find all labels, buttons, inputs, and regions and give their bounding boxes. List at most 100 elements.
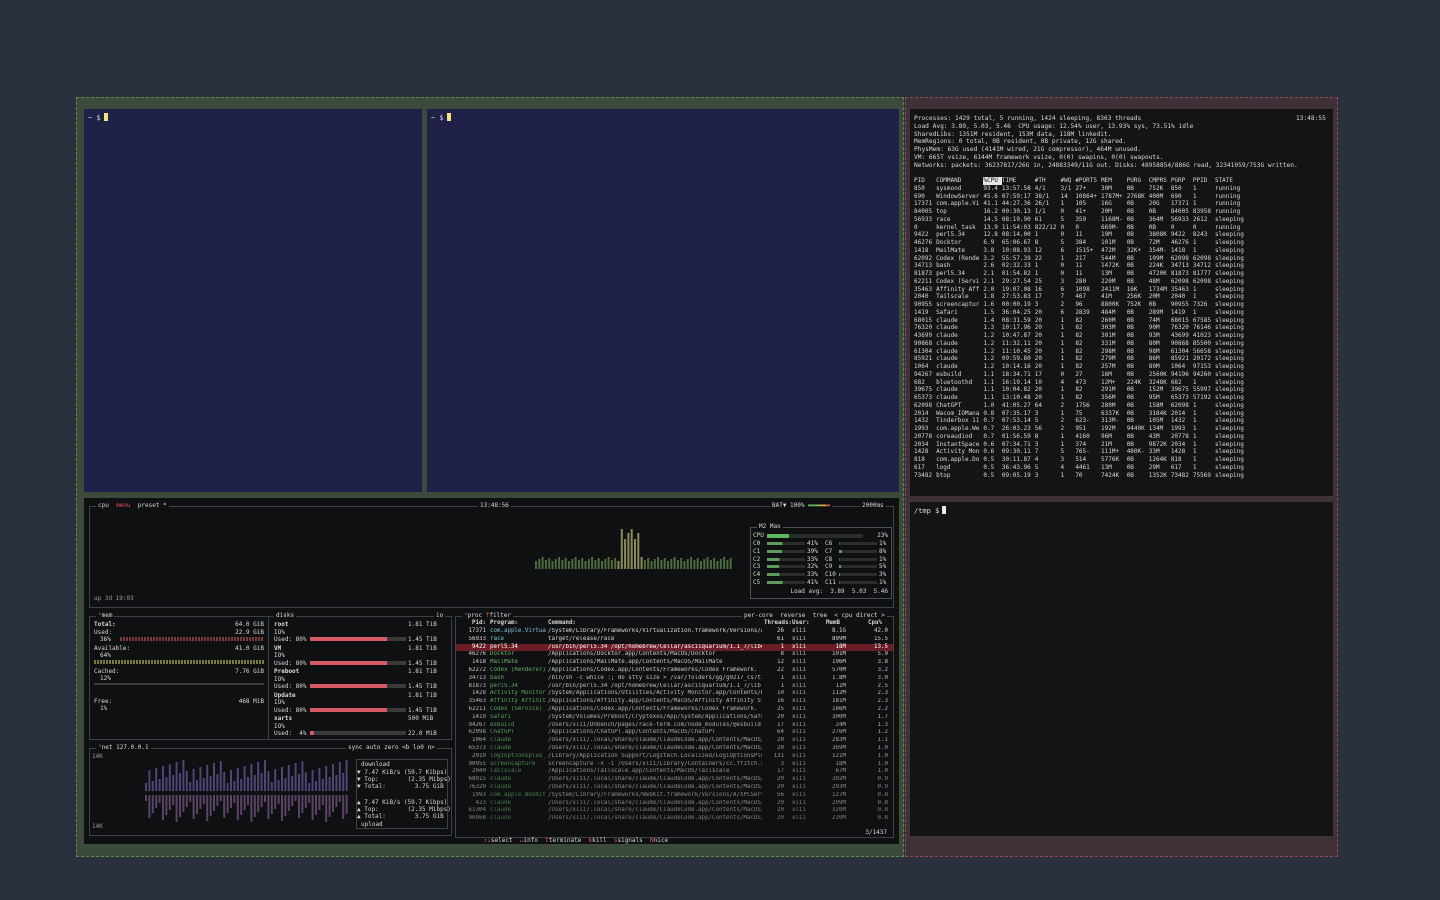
table-cell: MailMate (936, 246, 965, 254)
mem-title[interactable]: ¹mem (96, 612, 115, 620)
net-download-bar (206, 765, 209, 791)
column-header[interactable]: STATE (1215, 177, 1248, 185)
table-cell: 16G (1101, 200, 1112, 208)
proc-row[interactable]: 62098 ChatGPT/Applications/ChatGPT.app/Co… (456, 729, 893, 737)
disks-title[interactable]: disks (274, 612, 297, 620)
column-header[interactable]: %CPU (983, 177, 1002, 185)
table-cell: 1 (1060, 324, 1065, 332)
proc-row[interactable]: 1418 MailMate/Applications/MailMate.app/C… (456, 659, 893, 667)
table-cell: sleeping (1214, 270, 1244, 277)
menu-tab[interactable]: menu (116, 502, 130, 509)
signals-action[interactable]: signals (617, 837, 642, 844)
column-header[interactable]: MEM (1101, 177, 1127, 185)
proc-pid: 94267 (468, 721, 486, 728)
column-header[interactable]: CMPRS (1149, 177, 1171, 185)
proc-row[interactable]: 65373 claude/Users/xlii/.local/share/clau… (456, 745, 893, 753)
column-header[interactable]: COMMAND (936, 177, 983, 185)
terminal-home-1[interactable]: ~ $ (84, 109, 422, 492)
battery-status: BAT▼ 100% ▬▬▬▬▬▬ (770, 502, 832, 510)
proc-row[interactable]: 1993 com.apple.WebKit/System/Library/Fram… (456, 792, 893, 800)
table-cell: 384 (1075, 239, 1087, 246)
column-header[interactable]: TIME (1002, 177, 1035, 185)
proc-row[interactable]: 35463 Affinity Affinit/Applications/Affin… (456, 698, 893, 706)
proc-row[interactable]: 2019 logioptionsplus_/Library/Application… (456, 753, 893, 761)
proc-user: xlii (792, 776, 806, 783)
cpu-tab[interactable]: cpu (98, 502, 109, 509)
nice-action[interactable]: nice (654, 837, 668, 844)
proc-row[interactable]: 1064 claude/Users/xlii/.local/share/claud… (456, 737, 893, 745)
column-header[interactable]: #TH (1035, 177, 1061, 185)
table-row: 1418 MailMate 3.8 10:08.93 12 6 1515+ 472M 32K+ 3… (914, 247, 1248, 255)
proc-row[interactable]: 56933 race target/release/race 61 xlii 899M 15… (456, 636, 893, 644)
proc-pid: 2040 (472, 768, 486, 775)
table-cell: 0B (1126, 308, 1134, 316)
table-cell: 93.4 (983, 184, 998, 192)
proc-title[interactable]: ⁴proc ffilter (462, 612, 514, 620)
table-cell: 0B (1126, 332, 1134, 339)
table-cell: 8 (1034, 432, 1039, 440)
proc-row[interactable]: 90868 claude/Users/xlii/.local/share/clau… (456, 815, 893, 823)
proc-row[interactable]: 61304 claude/Users/xlii/.local/share/clau… (456, 807, 893, 815)
proc-row[interactable]: 62272 Codex (Renderer)/Applications/Codex… (456, 667, 893, 675)
table-cell: 467 (1075, 293, 1087, 301)
table-cell: 95M (1148, 394, 1160, 401)
cpu-graph-bar (700, 561, 702, 569)
proc-row[interactable]: 81873 perl5.34/usr/bin/perl5.34 /opt/home… (456, 683, 893, 691)
column-header[interactable]: PID (914, 177, 936, 185)
net-upload-bar (172, 795, 175, 805)
cpu-graph-bar (574, 557, 577, 569)
table-cell: sleeping (1214, 378, 1244, 386)
proc-options[interactable]: per-core reverse tree < cpu direct > (742, 612, 887, 620)
proc-row[interactable]: 9422 perl5.34/usr/bin/perl5.34 /opt/homeb… (456, 643, 893, 652)
proc-row[interactable]: 1419 Safari/System/Volumes/Preboot/Crypte… (456, 714, 893, 722)
table-cell: 14.5 (983, 215, 998, 223)
proc-row[interactable]: 68015 claude/Users/xlii/.local/share/clau… (456, 776, 893, 784)
table-cell: esbuild (936, 370, 962, 378)
preset-tab[interactable]: preset * (138, 502, 167, 509)
select-action[interactable]: select (491, 837, 513, 844)
info-action[interactable]: info (523, 837, 537, 844)
column-header[interactable]: #PORTS (1075, 177, 1101, 185)
terminate-action[interactable]: terminate (549, 837, 582, 844)
net-download-bar (165, 777, 168, 791)
column-header[interactable]: PURG (1127, 177, 1149, 185)
proc-row[interactable]: 90955 screencapture screencapture -x -i /U… (456, 761, 893, 769)
table-cell: 280M (1101, 401, 1116, 409)
column-header[interactable]: #WQ (1060, 177, 1075, 185)
proc-row[interactable]: 2040 Tailscale/Applications/Tailscale.app… (456, 768, 893, 776)
proc-row[interactable]: 17371 com.apple.Virtua/System/Library/Fra… (456, 628, 893, 636)
proc-row[interactable]: 1428 Activity Monitor/System/Applications… (456, 690, 893, 698)
net-title[interactable]: ³net 127.0.0.1 (96, 744, 151, 752)
terminal-top-output[interactable]: 13:48:55 Processes: 1429 total, 5 runnin… (910, 109, 1333, 496)
table-cell: 82 (1075, 355, 1083, 363)
cpu-cores-box: M2 Max CPU 23% C0 41% C6 1% C1 39% C7 8% C2 33% C8… (750, 523, 892, 599)
kill-action[interactable]: kill (592, 837, 606, 844)
table-cell: 2768K (1126, 192, 1145, 200)
proc-row[interactable]: 46276 Docktor/Applications/Docktor.app/Co… (456, 651, 893, 659)
proc-row[interactable]: 34713 bash/bin/sh -c while :; do stty siz… (456, 675, 893, 683)
cpu-core-value: 3% (879, 571, 887, 579)
update-interval[interactable]: 2000ms (860, 502, 886, 510)
io-toggle[interactable]: io (434, 612, 446, 620)
proc-mem: 127M (832, 791, 846, 798)
terminal-tmp[interactable]: /tmp $ (910, 502, 1333, 836)
column-header[interactable]: PGRP (1171, 177, 1193, 185)
disk-usage-bar (310, 731, 406, 735)
proc-row[interactable]: 76320 claude/Users/xlii/.local/share/clau… (456, 784, 893, 792)
proc-row[interactable]: 62211 Codex (Service) /Applications/Codex.… (456, 706, 893, 714)
net-options[interactable]: sync auto zero <b lo0 n> (346, 744, 437, 752)
proc-row[interactable]: 423 claude/Users/xlii/.local/share/claude… (456, 800, 893, 808)
terminal-home-2[interactable]: ~ $ (427, 109, 899, 492)
cpu-core-label: C8 (825, 555, 833, 563)
proc-user: xlii (792, 635, 806, 642)
table-cell: 669M- (1101, 223, 1120, 231)
proc-command: /usr/bin/perl5.34 /opt/homebrew/Cellar/a… (548, 682, 761, 689)
net-download-bar (260, 773, 263, 791)
table-cell: 224K (1148, 262, 1164, 270)
btop-window[interactable]: cpu menu preset * 13:48:56 BAT▼ 100% ▬▬▬… (84, 498, 899, 844)
table-cell: 0.7 (983, 432, 995, 440)
column-header[interactable]: PPID (1193, 177, 1215, 185)
proc-row[interactable]: 94267 esbuild/Users/xlii/Dnbench/pages/ra… (456, 722, 893, 730)
table-cell: 22 (1034, 254, 1043, 262)
proc-program: Tailscale (490, 768, 522, 775)
